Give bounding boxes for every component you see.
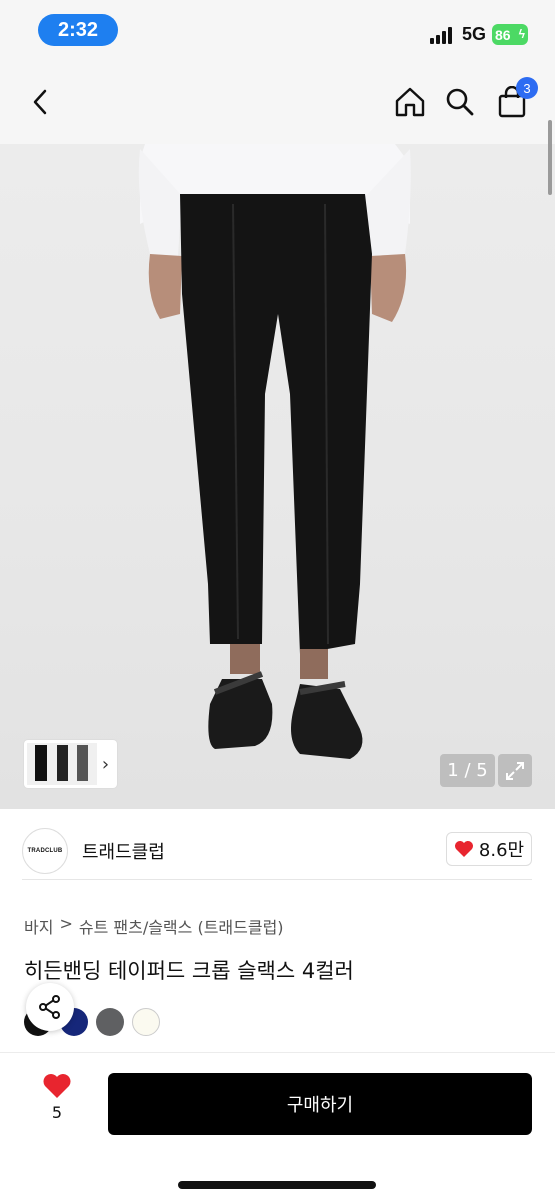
search-icon bbox=[446, 88, 474, 116]
home-icon bbox=[395, 87, 425, 117]
wishlist-count: 5 bbox=[51, 1103, 63, 1122]
home-indicator bbox=[178, 1181, 376, 1189]
heart-icon bbox=[43, 1074, 71, 1098]
product-photo bbox=[138, 144, 411, 759]
image-page-counter: 1 / 5 bbox=[440, 754, 495, 787]
expand-button[interactable] bbox=[498, 754, 532, 787]
home-button[interactable] bbox=[390, 82, 430, 122]
status-time: 2:32 bbox=[38, 14, 118, 46]
nav-header: 3 bbox=[0, 62, 555, 144]
expand-icon bbox=[506, 761, 524, 780]
brand-name[interactable]: 트래드클럽 bbox=[82, 838, 165, 864]
thumbnail-strip[interactable]: › bbox=[24, 740, 117, 788]
brand-like-count: 8.6만 bbox=[478, 840, 525, 861]
breadcrumb-item[interactable]: 슈트 팬츠/슬랙스 (트래드클럽) bbox=[79, 914, 284, 938]
scroll-indicator[interactable] bbox=[548, 120, 552, 195]
brand-row: TRADCLUB 트래드클럽 8.6만 bbox=[22, 820, 532, 880]
product-title: 히든밴딩 테이퍼드 크롭 슬랙스 4컬러 bbox=[24, 959, 354, 983]
heart-icon bbox=[454, 841, 473, 857]
buy-button[interactable]: 구매하기 bbox=[108, 1073, 532, 1135]
brand-logo[interactable]: TRADCLUB bbox=[22, 828, 68, 874]
search-button[interactable] bbox=[440, 82, 480, 122]
share-button[interactable] bbox=[26, 983, 74, 1031]
breadcrumb-separator: > bbox=[59, 914, 73, 933]
color-swatch-charcoal[interactable] bbox=[96, 1008, 124, 1036]
product-image[interactable]: › 1 / 5 bbox=[0, 144, 555, 809]
wishlist-button[interactable]: 5 bbox=[34, 1073, 80, 1135]
bottom-bar: 5 구매하기 bbox=[0, 1052, 555, 1200]
charging-icon: ϟ bbox=[518, 27, 525, 41]
breadcrumb: 바지 > 슈트 팬츠/슬랙스 (트래드클럽) bbox=[24, 914, 284, 938]
share-icon bbox=[39, 995, 60, 1019]
cart-count-badge: 3 bbox=[516, 77, 538, 99]
battery-icon: 86 ϟ bbox=[492, 24, 528, 45]
chevron-right-icon: › bbox=[101, 753, 110, 775]
breadcrumb-item[interactable]: 바지 bbox=[24, 914, 53, 938]
chevron-left-icon bbox=[33, 89, 47, 115]
signal-icon bbox=[430, 26, 456, 44]
thumbnail-image bbox=[27, 743, 97, 785]
color-swatch-ivory[interactable] bbox=[132, 1008, 160, 1036]
network-label: 5G bbox=[462, 24, 487, 44]
cart-button[interactable]: 3 bbox=[492, 77, 538, 122]
back-button[interactable] bbox=[20, 82, 60, 122]
brand-like-button[interactable]: 8.6만 bbox=[446, 832, 532, 866]
status-bar: 2:32 5G 86 ϟ bbox=[0, 0, 555, 62]
battery-level: 86 bbox=[495, 26, 511, 43]
